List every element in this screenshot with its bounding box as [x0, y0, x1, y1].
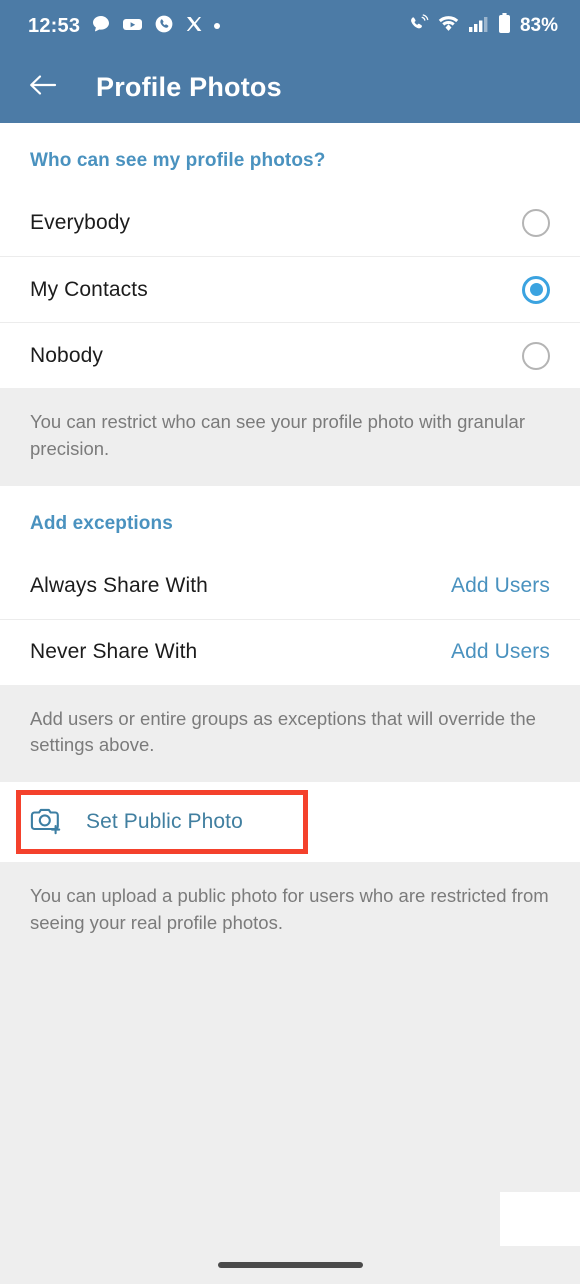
settings-content: Who can see my profile photos? Everybody…: [0, 123, 580, 960]
visibility-section-header: Who can see my profile photos?: [30, 150, 326, 171]
visibility-card: Who can see my profile photos? Everybody…: [0, 123, 580, 388]
option-label: Nobody: [30, 343, 103, 367]
public-photo-note: You can upload a public photo for users …: [0, 862, 580, 960]
set-public-photo-button[interactable]: Set Public Photo: [0, 782, 580, 862]
option-row-everybody[interactable]: Everybody: [0, 190, 580, 256]
chat-bubble-icon: [91, 14, 111, 39]
phone-circle-icon: [154, 14, 174, 39]
status-bar-left: 12:53: [28, 14, 221, 39]
public-photo-card: Set Public Photo: [0, 782, 580, 863]
option-label: Everybody: [30, 211, 131, 234]
set-public-photo-label: Set Public Photo: [86, 810, 243, 834]
option-label: My Contacts: [30, 277, 148, 301]
add-users-link-always[interactable]: Add Users: [451, 574, 550, 598]
arrow-left-icon: [28, 72, 58, 103]
dot-icon: [214, 23, 221, 29]
youtube-icon: [122, 14, 143, 39]
signal-bars-icon: [468, 15, 489, 38]
battery-percent-label: 83%: [519, 15, 558, 36]
wifi-icon: [438, 15, 459, 38]
radio-everybody[interactable]: [522, 209, 550, 237]
status-bar-right: 83%: [408, 13, 558, 39]
row-never-share-with[interactable]: Never Share With Add Users: [0, 618, 580, 685]
add-users-link-never[interactable]: Add Users: [451, 640, 550, 664]
status-bar: 12:53 83%: [0, 0, 580, 52]
exceptions-note: Add users or entire groups as exceptions…: [0, 684, 580, 783]
call-mute-icon: [408, 13, 429, 39]
gesture-home-pill[interactable]: [217, 1262, 363, 1268]
system-navigation-bar: [0, 1246, 580, 1284]
visibility-note: You can restrict who can see your profil…: [0, 388, 580, 486]
row-always-share-with[interactable]: Always Share With Add Users: [0, 552, 580, 619]
status-bar-clock: 12:53: [28, 14, 81, 37]
radio-my-contacts[interactable]: [522, 275, 550, 304]
option-row-my-contacts[interactable]: My Contacts: [0, 256, 580, 322]
page-title: Profile Photos: [96, 72, 282, 102]
exceptions-card: Add exceptions Always Share With Add Use…: [0, 485, 580, 685]
radio-nobody[interactable]: [522, 341, 550, 370]
battery-icon: [498, 13, 511, 39]
exceptions-section-header: Add exceptions: [30, 512, 173, 534]
phone-screen: 12:53 83% Profile Photos Who can see my …: [0, 0, 580, 1284]
row-label: Never Share With: [30, 640, 198, 664]
option-row-nobody[interactable]: Nobody: [0, 322, 580, 388]
camera-plus-icon: [30, 804, 64, 841]
row-label: Always Share With: [30, 573, 208, 597]
x-twitter-icon: [185, 15, 203, 38]
back-button[interactable]: [26, 71, 60, 105]
app-bar: Profile Photos: [0, 52, 580, 123]
